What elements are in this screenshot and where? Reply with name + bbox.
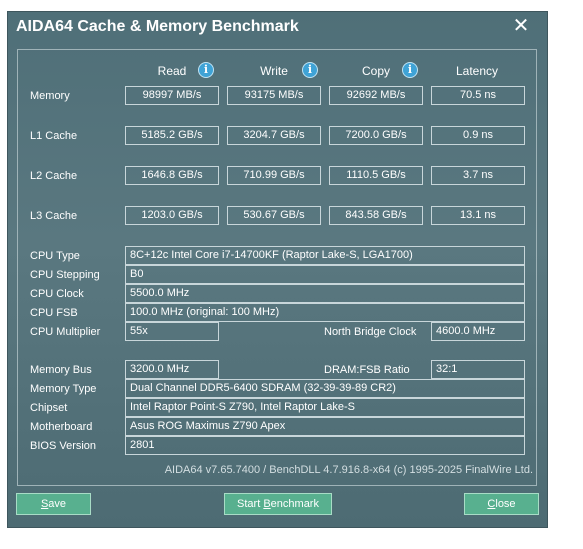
version-footer: AIDA64 v7.65.7400 / BenchDLL 4.7.916.8-x… xyxy=(164,464,533,476)
l1-write-value: 3204.7 GB/s xyxy=(227,126,321,145)
chipset-value: Intel Raptor Point-S Z790, Intel Raptor … xyxy=(125,398,525,417)
l3-latency-value: 13.1 ns xyxy=(431,206,525,225)
memory-write-value: 93175 MB/s xyxy=(227,86,321,105)
memory-type-value: Dual Channel DDR5-6400 SDRAM (32-39-39-8… xyxy=(125,379,525,398)
l3-write-value: 530.67 GB/s xyxy=(227,206,321,225)
close-icon[interactable]: ✕ xyxy=(509,14,533,38)
bios-version-label: BIOS Version xyxy=(30,440,97,452)
start-benchmark-button[interactable]: Start Benchmark xyxy=(224,493,332,515)
memory-bus-value: 3200.0 MHz xyxy=(125,360,219,379)
window-title: AIDA64 Cache & Memory Benchmark xyxy=(16,18,299,35)
chipset-label: Chipset xyxy=(30,402,68,414)
l1-latency-value: 0.9 ns xyxy=(431,126,525,145)
read-info-icon[interactable]: i xyxy=(198,62,214,78)
north-bridge-clock-value: 4600.0 MHz xyxy=(431,322,525,341)
memory-copy-value: 92692 MB/s xyxy=(329,86,423,105)
row-label-memory: Memory xyxy=(30,90,70,102)
bios-version-value: 2801 xyxy=(125,436,525,455)
memory-bus-label: Memory Bus xyxy=(30,364,92,376)
l1-copy-value: 7200.0 GB/s xyxy=(329,126,423,145)
row-label-l2: L2 Cache xyxy=(30,170,78,182)
l2-read-value: 1646.8 GB/s xyxy=(125,166,219,185)
column-read: Read xyxy=(157,64,187,78)
column-copy: Copy xyxy=(361,64,390,78)
dram-fsb-ratio-label: DRAM:FSB Ratio xyxy=(324,364,410,376)
motherboard-label: Motherboard xyxy=(30,421,93,433)
dram-fsb-ratio-value: 32:1 xyxy=(431,360,525,379)
cpu-stepping-value: B0 xyxy=(125,265,525,284)
l2-latency-value: 3.7 ns xyxy=(431,166,525,185)
l1-read-value: 5185.2 GB/s xyxy=(125,126,219,145)
memory-type-label: Memory Type xyxy=(30,383,97,395)
cpu-multiplier-value: 55x xyxy=(125,322,219,341)
column-latency: Latency xyxy=(455,64,499,78)
cpu-multiplier-label: CPU Multiplier xyxy=(30,326,101,338)
write-info-icon[interactable]: i xyxy=(302,62,318,78)
memory-latency-value: 70.5 ns xyxy=(431,86,525,105)
motherboard-value: Asus ROG Maximus Z790 Apex xyxy=(125,417,525,436)
cpu-fsb-label: CPU FSB xyxy=(30,307,78,319)
l3-read-value: 1203.0 GB/s xyxy=(125,206,219,225)
benchmark-window: AIDA64 Cache & Memory Benchmark ✕ Read i… xyxy=(8,12,547,527)
cpu-fsb-value: 100.0 MHz (original: 100 MHz) xyxy=(125,303,525,322)
cpu-clock-label: CPU Clock xyxy=(30,288,84,300)
close-button[interactable]: Close xyxy=(464,493,539,515)
copy-info-icon[interactable]: i xyxy=(402,62,418,78)
row-label-l1: L1 Cache xyxy=(30,130,78,142)
cpu-type-label: CPU Type xyxy=(30,250,80,262)
l2-copy-value: 1110.5 GB/s xyxy=(329,166,423,185)
north-bridge-clock-label: North Bridge Clock xyxy=(324,326,417,338)
cpu-type-value: 8C+12c Intel Core i7-14700KF (Raptor Lak… xyxy=(125,246,525,265)
column-write: Write xyxy=(260,64,288,78)
memory-read-value: 98997 MB/s xyxy=(125,86,219,105)
l3-copy-value: 843.58 GB/s xyxy=(329,206,423,225)
cpu-stepping-label: CPU Stepping xyxy=(30,269,100,281)
cpu-clock-value: 5500.0 MHz xyxy=(125,284,525,303)
l2-write-value: 710.99 GB/s xyxy=(227,166,321,185)
save-button[interactable]: Save xyxy=(16,493,91,515)
row-label-l3: L3 Cache xyxy=(30,210,78,222)
